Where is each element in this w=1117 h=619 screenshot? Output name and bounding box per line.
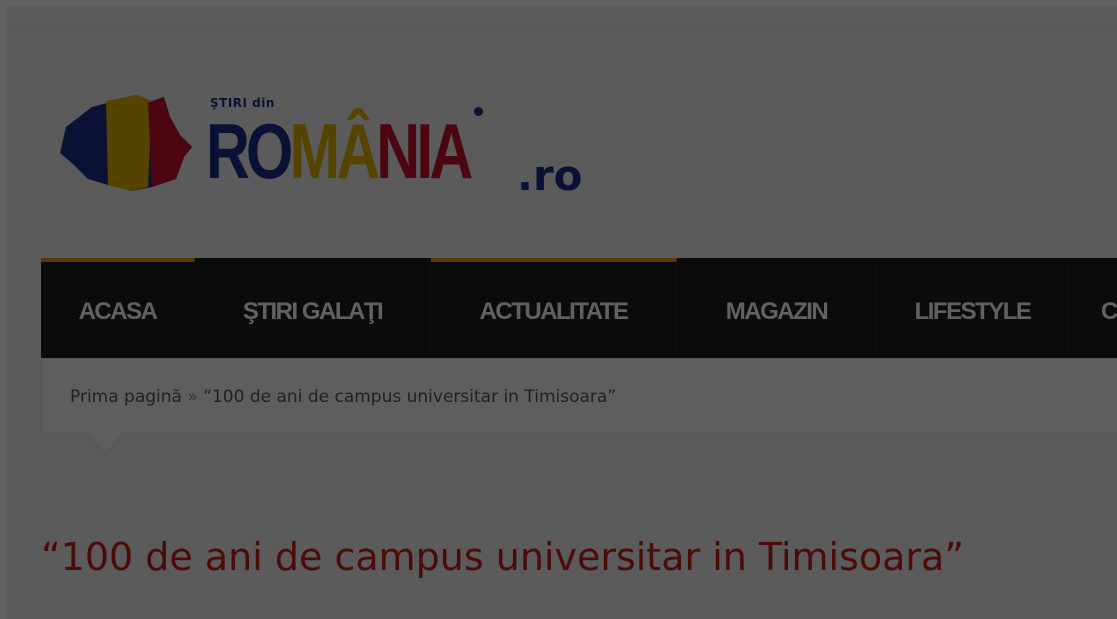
page-frame: ŞTIRI din ROMÂNIA .ro ACASA ŞTIRI GALAŢI… [7,7,1117,619]
breadcrumb: Prima pagină » “100 de ani de campus uni… [41,358,1117,434]
nav-item-actualitate[interactable]: ACTUALITATE [431,258,677,358]
logo-word-part-2: MÂ [289,107,380,195]
logo-word-part-1: RO [206,107,293,195]
site-logo[interactable]: ŞTIRI din ROMÂNIA .ro [52,87,592,207]
logo-tld: .ro [517,151,583,200]
breadcrumb-current: “100 de ani de campus universitar in Tim… [203,387,617,407]
nav-item-lifestyle[interactable]: LIFESTYLE [877,258,1069,358]
breadcrumb-home-link[interactable]: Prima pagină [70,387,182,407]
nav-item-stiri-galati[interactable]: ŞTIRI GALAŢI [195,258,431,358]
article-title: “100 de ani de campus universitar in Tim… [41,535,965,579]
romania-map-icon [60,95,192,191]
main-navigation: ACASA ŞTIRI GALAŢI ACTUALITATE MAGAZIN L… [41,258,1117,358]
nav-item-magazin[interactable]: MAGAZIN [677,258,877,358]
logo-word-part-3: NIA [376,107,473,195]
breadcrumb-pointer [87,433,123,453]
logo-dot [474,107,483,116]
logo-wordmark: ROMÂNIA [206,107,473,195]
nav-item-truncated[interactable]: C [1069,258,1117,358]
breadcrumb-separator: » [187,387,204,407]
top-divider [7,30,1117,31]
nav-item-acasa[interactable]: ACASA [41,258,195,358]
